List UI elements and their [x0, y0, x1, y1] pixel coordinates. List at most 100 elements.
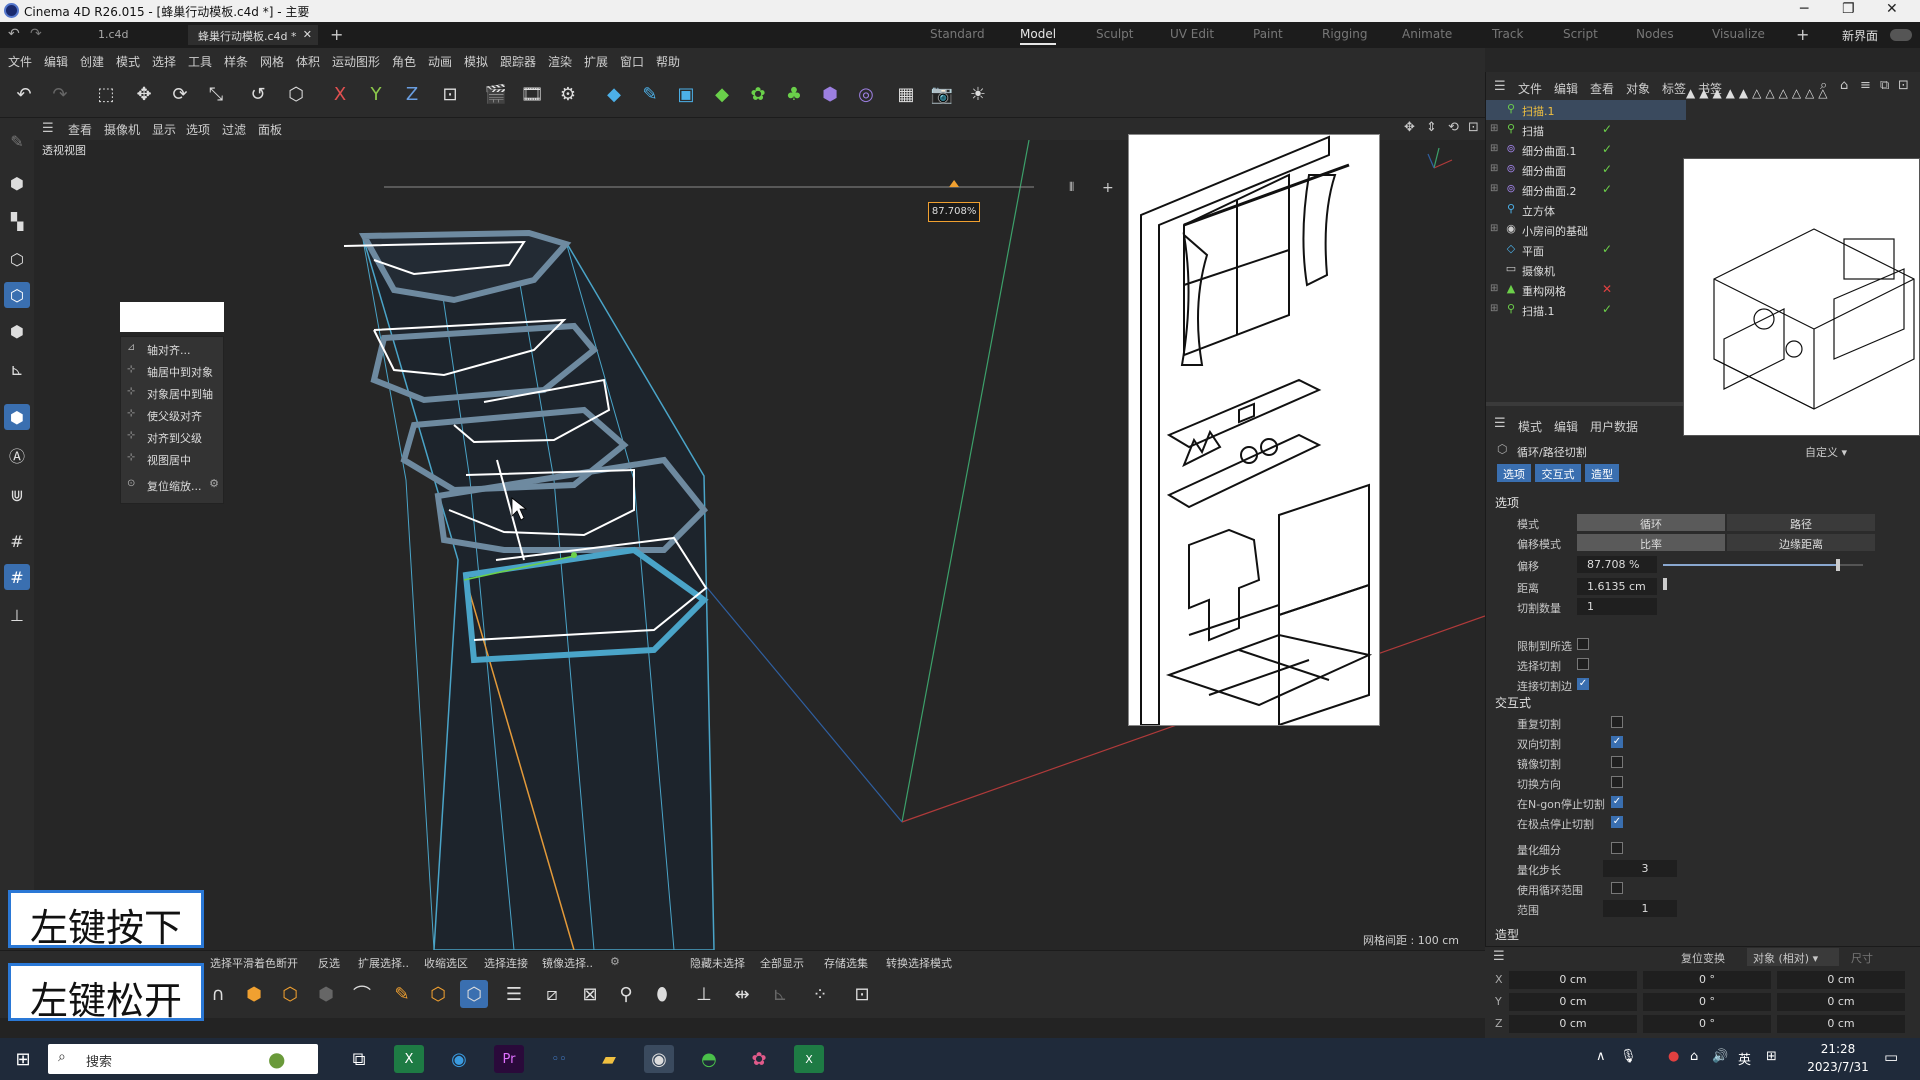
object-row-subdiv2[interactable]: ⊞ ⊚ 细分曲面.2 ✓ — [1486, 180, 1686, 200]
mograph-icon[interactable]: ♣ — [780, 80, 808, 108]
layout-paint[interactable]: Paint — [1253, 27, 1283, 41]
brush-tool-icon[interactable]: ✎ — [388, 980, 416, 1008]
gear-icon[interactable]: ⚙ — [209, 477, 219, 490]
menu-tools[interactable]: 工具 — [188, 53, 212, 70]
checkbox[interactable] — [1577, 658, 1589, 670]
attr-menu-edit[interactable]: 编辑 — [1554, 418, 1578, 435]
extrude-tool-icon[interactable]: ⬢ — [240, 980, 268, 1008]
expand-icon[interactable]: ⊞ — [1490, 303, 1498, 314]
deformer-icon[interactable]: ⬢ — [816, 80, 844, 108]
excel-icon[interactable]: X — [394, 1045, 424, 1073]
menu-mode[interactable]: 模式 — [116, 53, 140, 70]
layout-uv-edit[interactable]: UV Edit — [1170, 27, 1214, 41]
size-label[interactable]: 尺寸 — [1851, 950, 1873, 966]
input-language[interactable]: 英 — [1738, 1049, 1751, 1068]
cmd-shrink[interactable]: 收缩选区 — [424, 955, 468, 971]
vp-menu-options[interactable]: 选项 — [186, 121, 210, 138]
ctx-view-center[interactable]: ⊹ 视图居中 — [121, 449, 223, 469]
minimize-button[interactable]: ─ — [1800, 1, 1808, 17]
expand-icon[interactable]: ⊞ — [1490, 143, 1498, 154]
menu-extensions[interactable]: 扩展 — [584, 53, 608, 70]
cmd-convert-selection[interactable]: 转换选择模式 — [886, 955, 952, 971]
mode-loop[interactable]: 循环 — [1577, 514, 1725, 531]
volume-icon[interactable]: 🔊 — [1712, 1049, 1728, 1064]
menu-simulate[interactable]: 模拟 — [464, 53, 488, 70]
offset-field[interactable]: 87.708 % — [1577, 556, 1657, 573]
align-tool-icon[interactable]: ⊥ — [690, 980, 718, 1008]
tray-app-icon[interactable]: ● — [1668, 1049, 1679, 1064]
cmd-invert[interactable]: 反选 — [318, 955, 340, 971]
menu-window[interactable]: 窗口 — [620, 53, 644, 70]
object-row-sweep1[interactable]: ⚲ 扫描.1 — [1486, 100, 1686, 120]
extrude-inner-icon[interactable]: ⬡ — [276, 980, 304, 1008]
checkbox[interactable] — [1611, 716, 1623, 728]
object-row-remesh[interactable]: ⊞ ▲ 重构网格 ✕ — [1486, 280, 1686, 300]
knife-icon[interactable]: ⧄ — [538, 980, 566, 1008]
offset-mode-edge[interactable]: 边缘距离 — [1727, 534, 1875, 551]
attr-menu-userdata[interactable]: 用户数据 — [1590, 418, 1638, 435]
menu-file[interactable]: 文件 — [8, 53, 32, 70]
file-explorer-icon[interactable]: ▰ — [594, 1045, 624, 1073]
rotate-icon[interactable]: ⟳ — [166, 80, 194, 108]
model-mode-icon[interactable]: ⬢ — [4, 170, 30, 196]
object-row-sweep1b[interactable]: ⊞ ⚲ 扫描.1 ✓ — [1486, 300, 1686, 320]
cmd-hide-unselected[interactable]: 隐藏未选择 — [690, 955, 745, 971]
coord-field-p[interactable]: 0 cm — [1509, 971, 1637, 989]
loop-cut-icon[interactable]: ⬡ — [460, 980, 488, 1008]
distance-field[interactable]: 1.6135 cm — [1577, 578, 1657, 595]
solo-icon[interactable]: Ⓐ — [4, 442, 30, 468]
checkbox[interactable] — [1611, 776, 1623, 788]
object-row-sweep[interactable]: ⊞ ⚲ 扫描 ✓ — [1486, 120, 1686, 140]
interface-toggle[interactable] — [1890, 29, 1912, 41]
matrix-extrude-icon[interactable]: ⬢ — [312, 980, 340, 1008]
menu-select[interactable]: 选择 — [152, 53, 176, 70]
cube-icon[interactable]: ◆ — [600, 80, 628, 108]
polygons-mode-icon[interactable]: ⬢ — [4, 318, 30, 344]
subdivision-icon[interactable]: ▣ — [672, 80, 700, 108]
app-icon[interactable]: ◦◦ — [544, 1045, 574, 1073]
quant-step-field[interactable]: 3 — [1603, 860, 1677, 877]
vp-menu-display[interactable]: 显示 — [152, 121, 176, 138]
coord-field-s[interactable]: 0 cm — [1777, 971, 1905, 989]
menu-tracker[interactable]: 跟踪器 — [500, 53, 536, 70]
x-axis-lock[interactable]: X — [326, 80, 354, 108]
z-axis-lock[interactable]: Z — [398, 80, 426, 108]
mode-path[interactable]: 路径 — [1727, 514, 1875, 531]
panel-divider[interactable] — [1486, 402, 1686, 406]
clock-time[interactable]: 21:28 — [1800, 1042, 1876, 1056]
tweak-icon[interactable]: ⬢ — [4, 404, 30, 430]
menu-create[interactable]: 创建 — [80, 53, 104, 70]
move-icon[interactable]: ✥ — [130, 80, 158, 108]
expand-icon[interactable]: ⊞ — [1490, 283, 1498, 294]
axis-mode-icon[interactable]: ⊾ — [4, 356, 30, 382]
coord-field-s[interactable]: 0 cm — [1777, 993, 1905, 1011]
coord-field-r[interactable]: 0 ° — [1643, 1015, 1771, 1033]
use-loop-range-checkbox[interactable] — [1611, 882, 1623, 894]
coord-menu-icon[interactable]: ☰ — [1493, 949, 1505, 964]
texture-mode-icon[interactable]: ▚ — [4, 208, 30, 234]
tab-shape[interactable]: 造型 — [1585, 464, 1619, 482]
coord-field-s[interactable]: 0 cm — [1777, 1015, 1905, 1033]
checkbox[interactable] — [1611, 756, 1623, 768]
cuts-field[interactable]: 1 — [1577, 598, 1657, 615]
weld-icon[interactable]: ⚲ — [612, 980, 640, 1008]
edges-mode-icon[interactable]: ⬡ — [4, 282, 30, 308]
close-tab-icon[interactable]: ✕ — [303, 28, 312, 41]
preset-dropdown[interactable]: 自定义 ▾ — [1805, 442, 1905, 460]
expand-icon[interactable]: ⊞ — [1490, 163, 1498, 174]
viewport-menu-icon[interactable]: ☰ — [42, 121, 54, 136]
ctx-align-parent[interactable]: ⊹ 对齐到父级 — [121, 427, 223, 447]
grid-snap-icon[interactable]: # — [4, 564, 30, 590]
ctx-reset-scale[interactable]: ⊙ 复位缩放... ⚙ — [121, 475, 223, 495]
om-menu-edit[interactable]: 编辑 — [1554, 80, 1578, 97]
brush-icon[interactable]: ✎ — [4, 128, 30, 154]
menu-help[interactable]: 帮助 — [656, 53, 680, 70]
camera-icon[interactable]: 📷 — [928, 80, 956, 108]
undo-icon[interactable]: ↶ — [8, 26, 20, 42]
spread-points-icon[interactable]: ⁘ — [806, 980, 834, 1008]
ctx-parent-align[interactable]: ⊹ 使父级对齐 — [121, 405, 223, 425]
layout-standard[interactable]: Standard — [930, 27, 985, 41]
coord-mode-dropdown[interactable]: 对象 (相对) ▾ — [1747, 948, 1839, 966]
cloner-icon[interactable]: ✿ — [744, 80, 772, 108]
render-settings-icon[interactable]: ⚙ — [554, 80, 582, 108]
